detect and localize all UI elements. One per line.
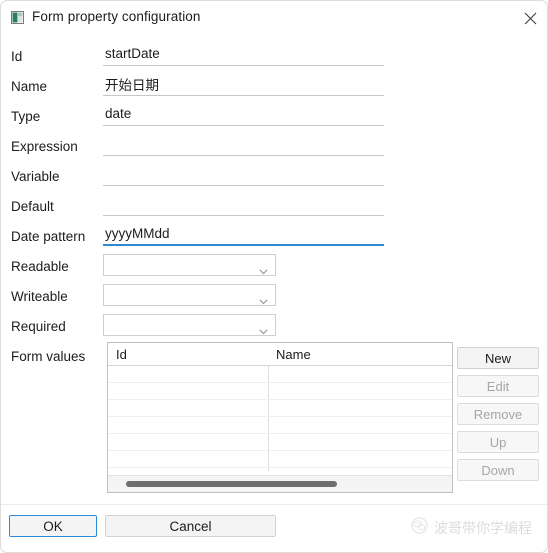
field-input-variable[interactable] [103,164,384,186]
field-label: Name [11,79,48,94]
field-label: Expression [11,139,78,154]
horizontal-scrollbar[interactable] [108,475,452,492]
wechat-logo-icon [411,517,428,539]
table-row[interactable] [108,416,452,417]
field-label: Id [11,49,23,64]
chevron-down-icon [259,292,268,310]
field-input-id[interactable] [103,44,384,66]
table-row[interactable] [108,399,452,400]
window-title: Form property configuration [32,9,201,24]
scrollbar-thumb[interactable] [126,481,337,487]
app-window-icon [11,11,24,24]
new-button[interactable]: New [457,347,539,369]
column-header-name[interactable]: Name [276,347,311,362]
form-row-id: Id [1,43,547,73]
form-row-variable: Variable [1,163,547,193]
edit-button: Edit [457,375,539,397]
field-input-date-pattern[interactable] [103,224,384,246]
table-row[interactable] [108,382,452,383]
column-header-id[interactable]: Id [116,347,127,362]
chevron-down-icon [259,322,268,340]
table-header-row: Id Name [108,343,452,366]
field-label: Variable [11,169,60,184]
footer-divider [1,504,547,505]
form-property-configuration-dialog: Form property configuration Id Name Type Ex… [0,0,548,553]
field-label: Writeable [11,289,68,304]
form-values-table[interactable]: Id Name [107,342,453,493]
field-label: Required [11,319,66,334]
field-input-type[interactable] [103,104,384,126]
table-row[interactable] [108,467,452,468]
field-dropdown-writeable[interactable] [103,284,276,306]
up-button: Up [457,431,539,453]
field-label: Date pattern [11,229,86,244]
field-dropdown-required[interactable] [103,314,276,336]
form-row-required: Required [1,313,547,343]
field-input-expression[interactable] [103,134,384,156]
form-row-readable: Readable [1,253,547,283]
field-label: Type [11,109,41,124]
cancel-button[interactable]: Cancel [105,515,276,537]
form-values-label: Form values [11,349,86,364]
form-row-default: Default [1,193,547,223]
watermark-text: 波哥带你学编程 [434,521,532,537]
form-row-name: Name [1,73,547,103]
down-button: Down [457,459,539,481]
close-icon[interactable] [517,7,543,29]
form-row-date-pattern: Date pattern [1,223,547,253]
chevron-down-icon [259,262,268,280]
form-row-writeable: Writeable [1,283,547,313]
table-row[interactable] [108,433,452,434]
field-input-default[interactable] [103,194,384,216]
field-label: Readable [11,259,69,274]
field-label: Default [11,199,54,214]
watermark: 波哥带你学编程 [411,517,532,539]
form-row-type: Type [1,103,547,133]
title-bar: Form property configuration [1,1,547,34]
table-row[interactable] [108,450,452,451]
field-dropdown-readable[interactable] [103,254,276,276]
field-input-name[interactable] [103,74,384,96]
remove-button: Remove [457,403,539,425]
form-row-expression: Expression [1,133,547,163]
ok-button[interactable]: OK [9,515,97,537]
